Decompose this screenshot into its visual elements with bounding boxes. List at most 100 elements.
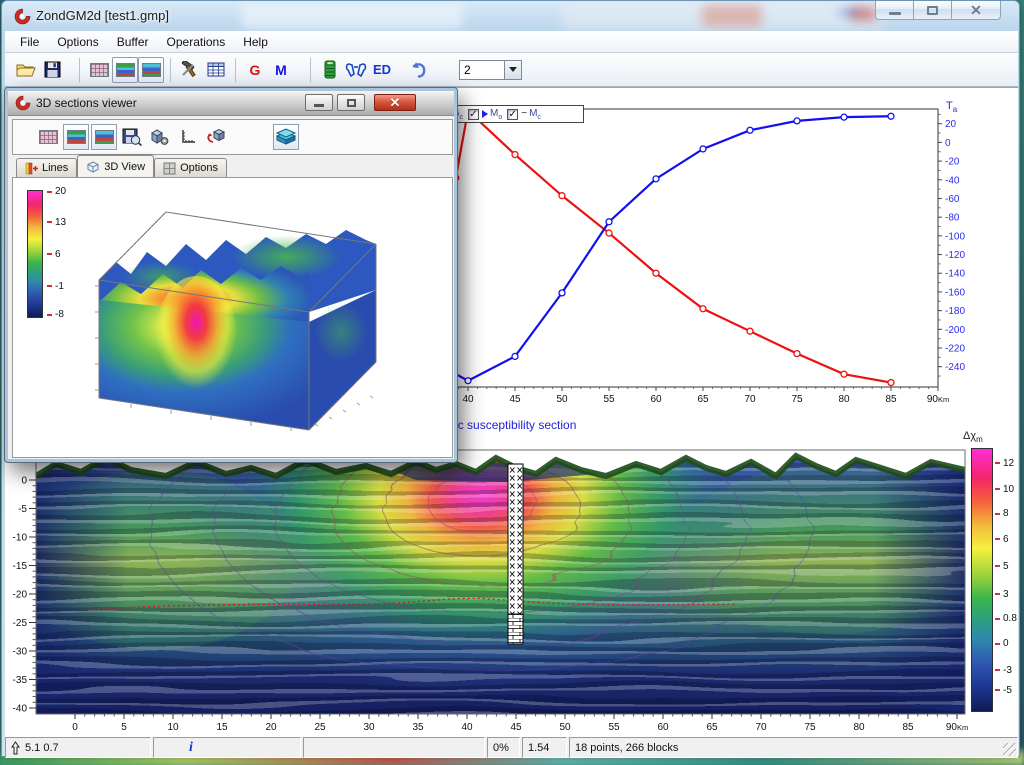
close-icon: ✕ [970,2,982,18]
mesh-display-button[interactable] [35,124,61,150]
status-bar: 5.1 0.7 i 0% 1.54 18 points, 266 blocks [5,737,1018,758]
svg-text:40: 40 [461,722,473,733]
smooth-display-button[interactable] [63,124,89,150]
colorbar-tick: 8 [995,508,1009,519]
legend-checkbox[interactable]: ✓ [507,108,519,120]
svg-text:-25: -25 [13,618,28,629]
gravity-button[interactable]: G [242,57,268,83]
open-folder-icon [16,64,36,76]
colorbar-gradient [972,449,992,711]
tab-options[interactable]: Options [154,158,227,177]
dialog-title: 3D sections viewer [36,96,137,110]
menu-options[interactable]: Options [48,33,107,51]
save-image-button[interactable] [119,124,145,150]
svg-text:60: 60 [650,394,662,405]
settings-cube-button[interactable] [147,124,173,150]
dialog-minimize-button[interactable] [305,94,333,111]
maximize-button[interactable] [913,1,952,20]
surface-3d-plot[interactable] [71,182,451,454]
dialog-title-bar[interactable]: 3D sections viewer ✕ [8,91,454,116]
svg-text:65: 65 [697,394,709,405]
svg-text:-20: -20 [13,590,28,601]
svg-text:-15: -15 [13,561,28,572]
legend-checkbox[interactable]: ✓ [467,108,479,120]
layer-dropdown-button[interactable] [505,59,522,80]
editor-label: ED [372,62,392,77]
mesh-view-button[interactable] [86,57,112,83]
colorbar-tick: 12 [995,458,1014,469]
layers-button[interactable] [273,124,299,150]
minimize-button[interactable] [875,1,914,20]
section-colorbar [971,448,993,712]
magnetic-button[interactable]: M [268,57,294,83]
info-icon: i [189,739,193,755]
menu-operations[interactable]: Operations [158,33,235,51]
dialog-icon [15,95,31,111]
save-button[interactable] [39,57,65,83]
contour-display-button[interactable] [91,124,117,150]
svg-text:60: 60 [657,722,669,733]
layers-icon [275,128,297,145]
rotate-view-button[interactable] [203,124,229,150]
legend-item-mc: ✓ − Mc [507,107,541,121]
undo-button[interactable] [405,57,431,83]
colorbar-tick-labels: 12 10 8 6 5 3 0.8 0 -3 -5 [995,448,1018,712]
maximize-icon [346,98,356,107]
parameters-button[interactable] [317,57,343,83]
table-button[interactable] [203,57,229,83]
colorbar-tick: 6 [47,249,61,260]
toolbar-separator [79,57,80,82]
colorbar-tick: -1 [47,281,64,292]
dialog-close-button[interactable]: ✕ [374,94,416,111]
status-coordinates: 5.1 0.7 [5,737,151,758]
cursor-icon [11,740,20,754]
save-image-icon [122,128,142,146]
open-button[interactable] [13,57,39,83]
contour-display-icon [94,130,114,144]
editor-button[interactable]: ED [369,57,395,83]
borehole-column [507,463,524,645]
menu-buffer[interactable]: Buffer [108,33,158,51]
colorbar-tick: 10 [995,484,1014,495]
aero-reflection [702,5,762,27]
menu-help[interactable]: Help [234,33,277,51]
tab-lines[interactable]: Lines [16,158,78,177]
colorbar-tick: 0.8 [995,613,1017,624]
colorbar-gradient [28,191,42,317]
status-info-cell: i [153,737,301,758]
tools-button[interactable] [177,57,203,83]
colorbar-tick: 5 [995,561,1009,572]
axes-button[interactable] [175,124,201,150]
section-view-button[interactable] [138,56,164,83]
mesh-display-icon [38,130,58,144]
svg-text:90Km: 90Km [927,394,949,405]
model-view-button[interactable] [112,56,138,83]
menu-file[interactable]: File [11,33,48,51]
profiles-chart[interactable]: 20 0 -20 -40 -60 -80 -100 -120 -140 -160 -180 -200 -… [412,97,987,417]
svg-text:0: 0 [945,138,951,149]
susceptibility-section-chart[interactable]: 0-5-10-15-20-25-30-35-400 5 10 15 20 25 30 35 40… [5,442,1018,737]
colorbar-label: Δχm [963,430,983,445]
svg-text:15: 15 [216,722,228,733]
layer-value[interactable]: 2 [459,59,505,80]
dialog-maximize-button[interactable] [337,94,365,111]
right-axis-label: Ta [946,100,958,115]
observation-points-button[interactable] [343,57,369,83]
toolbar-separator [235,57,236,82]
resize-grip[interactable] [1003,743,1016,756]
title-bar[interactable]: ZondGM2d [test1.gmp] ✕ [2,1,1019,31]
dialog-content: 20 13 6 -1 -8 [12,177,453,458]
close-button[interactable]: ✕ [951,1,1001,20]
app-icon [14,8,31,25]
svg-text:25: 25 [314,722,326,733]
svg-text:-240: -240 [945,362,965,373]
dropdown-arrow-icon [509,67,517,72]
sections-viewer-dialog[interactable]: 3D sections viewer ✕ Lines 3D View Optio… [4,87,458,463]
status-progress: 0% [487,737,520,758]
tab-3d-view[interactable]: 3D View [77,155,155,177]
svg-text:-120: -120 [945,250,965,261]
toolbar: G M ED 2 [5,53,1018,87]
save-floppy-icon [44,61,60,78]
colorbar-tick: -8 [47,309,64,320]
svg-text:-200: -200 [945,325,965,336]
